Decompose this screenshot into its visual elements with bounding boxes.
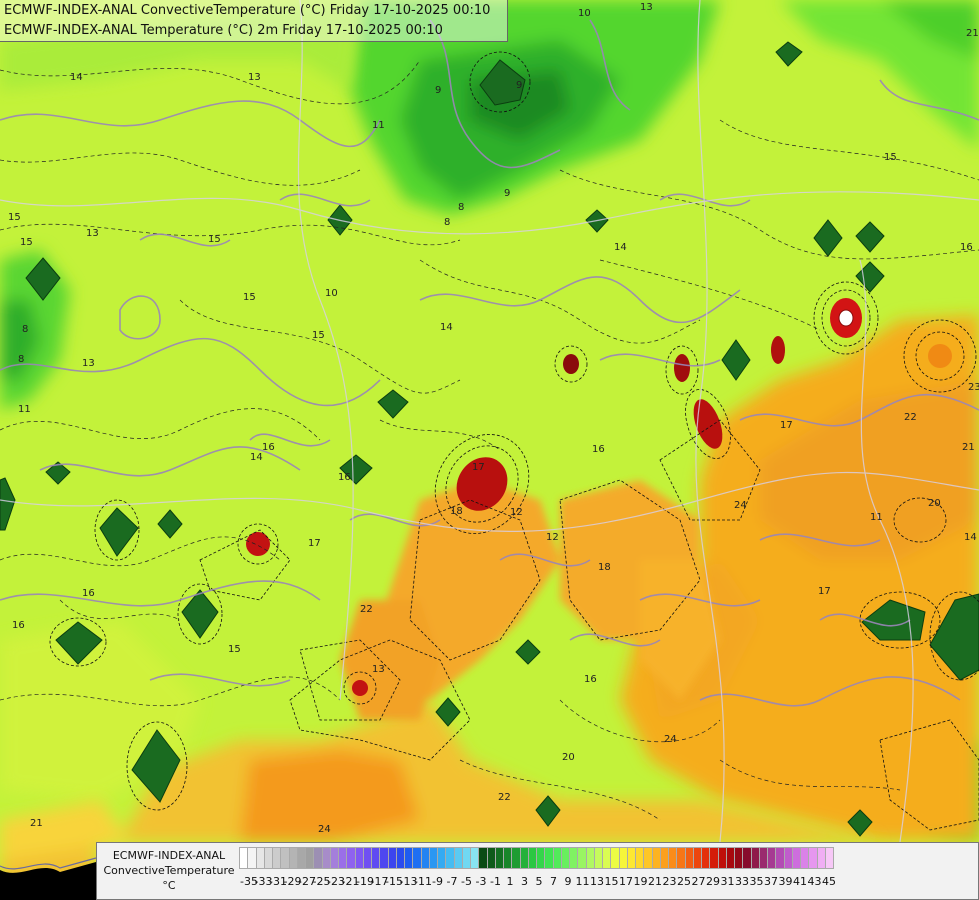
contour-label: 9: [516, 80, 522, 91]
contour-label: 16: [592, 444, 605, 455]
legend-tick-label: 9: [564, 875, 572, 888]
contour-label: 14: [964, 532, 977, 543]
legend-tick-label: 45: [822, 875, 836, 888]
contour-label: 13: [82, 358, 95, 369]
contour-label: 8: [18, 354, 24, 365]
contour-label: 24: [734, 500, 747, 511]
legend-variable: ConvectiveTemperature: [103, 864, 235, 877]
legend-tick-label: 17: [619, 875, 633, 888]
contour-label: 13: [372, 664, 385, 675]
contour-label: 16: [82, 588, 95, 599]
map-canvas: 14 13151198810161515151014151617232122201…: [0, 0, 979, 900]
legend-tick-label: -7: [446, 875, 458, 888]
weather-map: 14 13 15 11 9 8 8 10 16 15 15 15 10 14 15 16 17 23 21 22 20 1…: [0, 0, 979, 900]
legend-tick-label: 39: [778, 875, 793, 888]
legend-tick-label: 5: [535, 875, 543, 888]
legend-model: ECMWF-INDEX-ANAL: [112, 849, 226, 862]
legend-tick-label: -1: [490, 875, 501, 888]
contour-label: 12: [510, 507, 523, 518]
contour-label: 23: [968, 382, 979, 393]
contour-label: 24: [664, 734, 677, 745]
legend-tick-label: 33: [735, 875, 749, 888]
contour-label: 10: [578, 8, 591, 19]
contour-label: 16: [262, 442, 275, 453]
contour-label: 11: [870, 512, 883, 523]
contour-label: 10: [325, 288, 338, 299]
contour-label: 20: [928, 498, 941, 509]
contour-label: 16: [584, 674, 597, 685]
contour-label: 21: [30, 818, 43, 829]
contour-label: 9: [435, 85, 441, 96]
contour-label: 17: [472, 462, 485, 473]
legend-unit: °C: [162, 879, 176, 892]
contour-label: 14: [614, 242, 627, 253]
contour-label: 14: [440, 322, 453, 333]
legend-tick-label: 21: [648, 875, 662, 888]
legend-tick-label: 13: [590, 875, 604, 888]
contour-label: 22: [360, 604, 373, 615]
legend-tick-label: -11: [414, 875, 432, 888]
legend-swatch: [824, 847, 834, 869]
contour-label: 8: [22, 324, 28, 335]
legend-tick-label: 43: [807, 875, 822, 888]
legend-tick-label: 1: [506, 875, 514, 888]
contour-label: 11: [18, 404, 31, 415]
contour-label: 16: [338, 472, 351, 483]
legend-tick-label: 25: [677, 875, 691, 888]
contour-label: 12: [546, 532, 559, 543]
contour-label: 22: [904, 412, 917, 423]
contour-label: 18: [598, 562, 611, 573]
legend-tick-label: 23: [662, 875, 677, 888]
contour-label: 17: [308, 538, 321, 549]
legend-tick-label: 19: [633, 875, 648, 888]
contour-label: 22: [498, 792, 511, 803]
contour-label: 15: [312, 330, 325, 341]
contour-label: 11: [372, 120, 385, 131]
contour-label: 21: [962, 442, 975, 453]
legend-tick-label: 3: [521, 875, 528, 888]
legend-color-bar: [239, 847, 834, 869]
contour-label: 15: [8, 212, 21, 223]
legend-tick-label: 7: [550, 875, 557, 888]
title-line-temperature: ECMWF-INDEX-ANAL Temperature (°C) 2m Fri…: [4, 23, 443, 38]
map-title-box: ECMWF-INDEX-ANAL ConvectiveTemperature (…: [0, 0, 508, 42]
legend-tick-label: 41: [793, 875, 807, 888]
legend-tick-label: 27: [691, 875, 706, 888]
contour-label: 8: [458, 202, 464, 213]
contour-label: 14: [250, 452, 263, 463]
contour-label: 18: [450, 506, 463, 517]
contour-label: 13: [248, 72, 261, 83]
color-legend: ECMWF-INDEX-ANAL ConvectiveTemperature °…: [96, 842, 979, 900]
contour-label: 21: [966, 28, 979, 39]
contour-label: 17: [818, 586, 831, 597]
legend-tick-label: -3: [475, 875, 487, 888]
contour-label: 15: [243, 292, 256, 303]
legend-tick-label: 31: [720, 875, 735, 888]
contour-label: 14: [70, 72, 83, 83]
contour-label: 16: [12, 620, 25, 631]
contour-label: 15: [884, 152, 897, 163]
legend-tick-label: 35: [749, 875, 764, 888]
contour-label: 13: [86, 228, 99, 239]
legend-tick-label: 29: [706, 875, 720, 888]
contour-label: 15: [20, 237, 33, 248]
legend-tick-label: 37: [764, 875, 778, 888]
legend-tick-label: 15: [604, 875, 619, 888]
contour-label: 16: [960, 242, 973, 253]
legend-title: ECMWF-INDEX-ANAL ConvectiveTemperature °…: [101, 848, 237, 893]
contour-label: 15: [208, 234, 221, 245]
title-line-convective: ECMWF-INDEX-ANAL ConvectiveTemperature (…: [4, 3, 491, 18]
legend-tick-label: -9: [432, 875, 443, 888]
contour-label: 17: [780, 420, 793, 431]
legend-tick-label: -5: [461, 875, 472, 888]
contour-label: 8: [444, 217, 450, 228]
contour-label: 9: [504, 188, 510, 199]
legend-tick-label: 11: [575, 875, 590, 888]
contour-label: 20: [562, 752, 575, 763]
contour-label: 24: [318, 824, 331, 835]
contour-label: 15: [228, 644, 241, 655]
contour-label: 13: [640, 2, 653, 13]
